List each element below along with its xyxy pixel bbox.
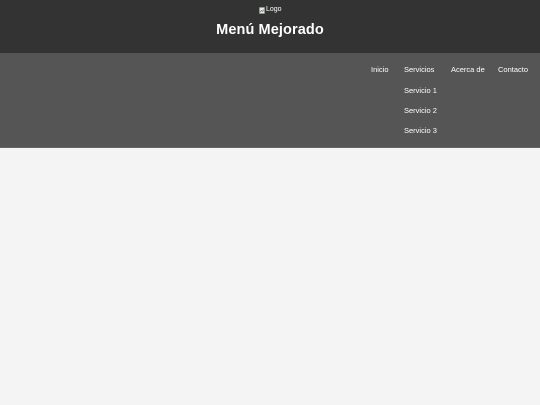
main-nav: Inicio Servicios Acerca de Contacto Serv… [0, 53, 540, 148]
logo[interactable]: Logo [259, 5, 282, 15]
nav-item-servicios[interactable]: Servicios [404, 65, 434, 75]
nav-item-contacto[interactable]: Contacto [498, 65, 528, 75]
nav-item-acerca-de[interactable]: Acerca de [451, 65, 485, 75]
broken-image-icon [259, 6, 265, 14]
submenu-item-servicio-3[interactable]: Servicio 3 [404, 126, 437, 136]
submenu-item-servicio-2[interactable]: Servicio 2 [404, 106, 437, 116]
page-title: Menú Mejorado [216, 22, 324, 38]
logo-alt-text: Logo [266, 6, 282, 13]
nav-item-inicio[interactable]: Inicio [371, 65, 389, 75]
submenu-item-servicio-1[interactable]: Servicio 1 [404, 86, 437, 96]
main-content [0, 148, 540, 405]
site-header: Logo Menú Mejorado [0, 0, 540, 53]
